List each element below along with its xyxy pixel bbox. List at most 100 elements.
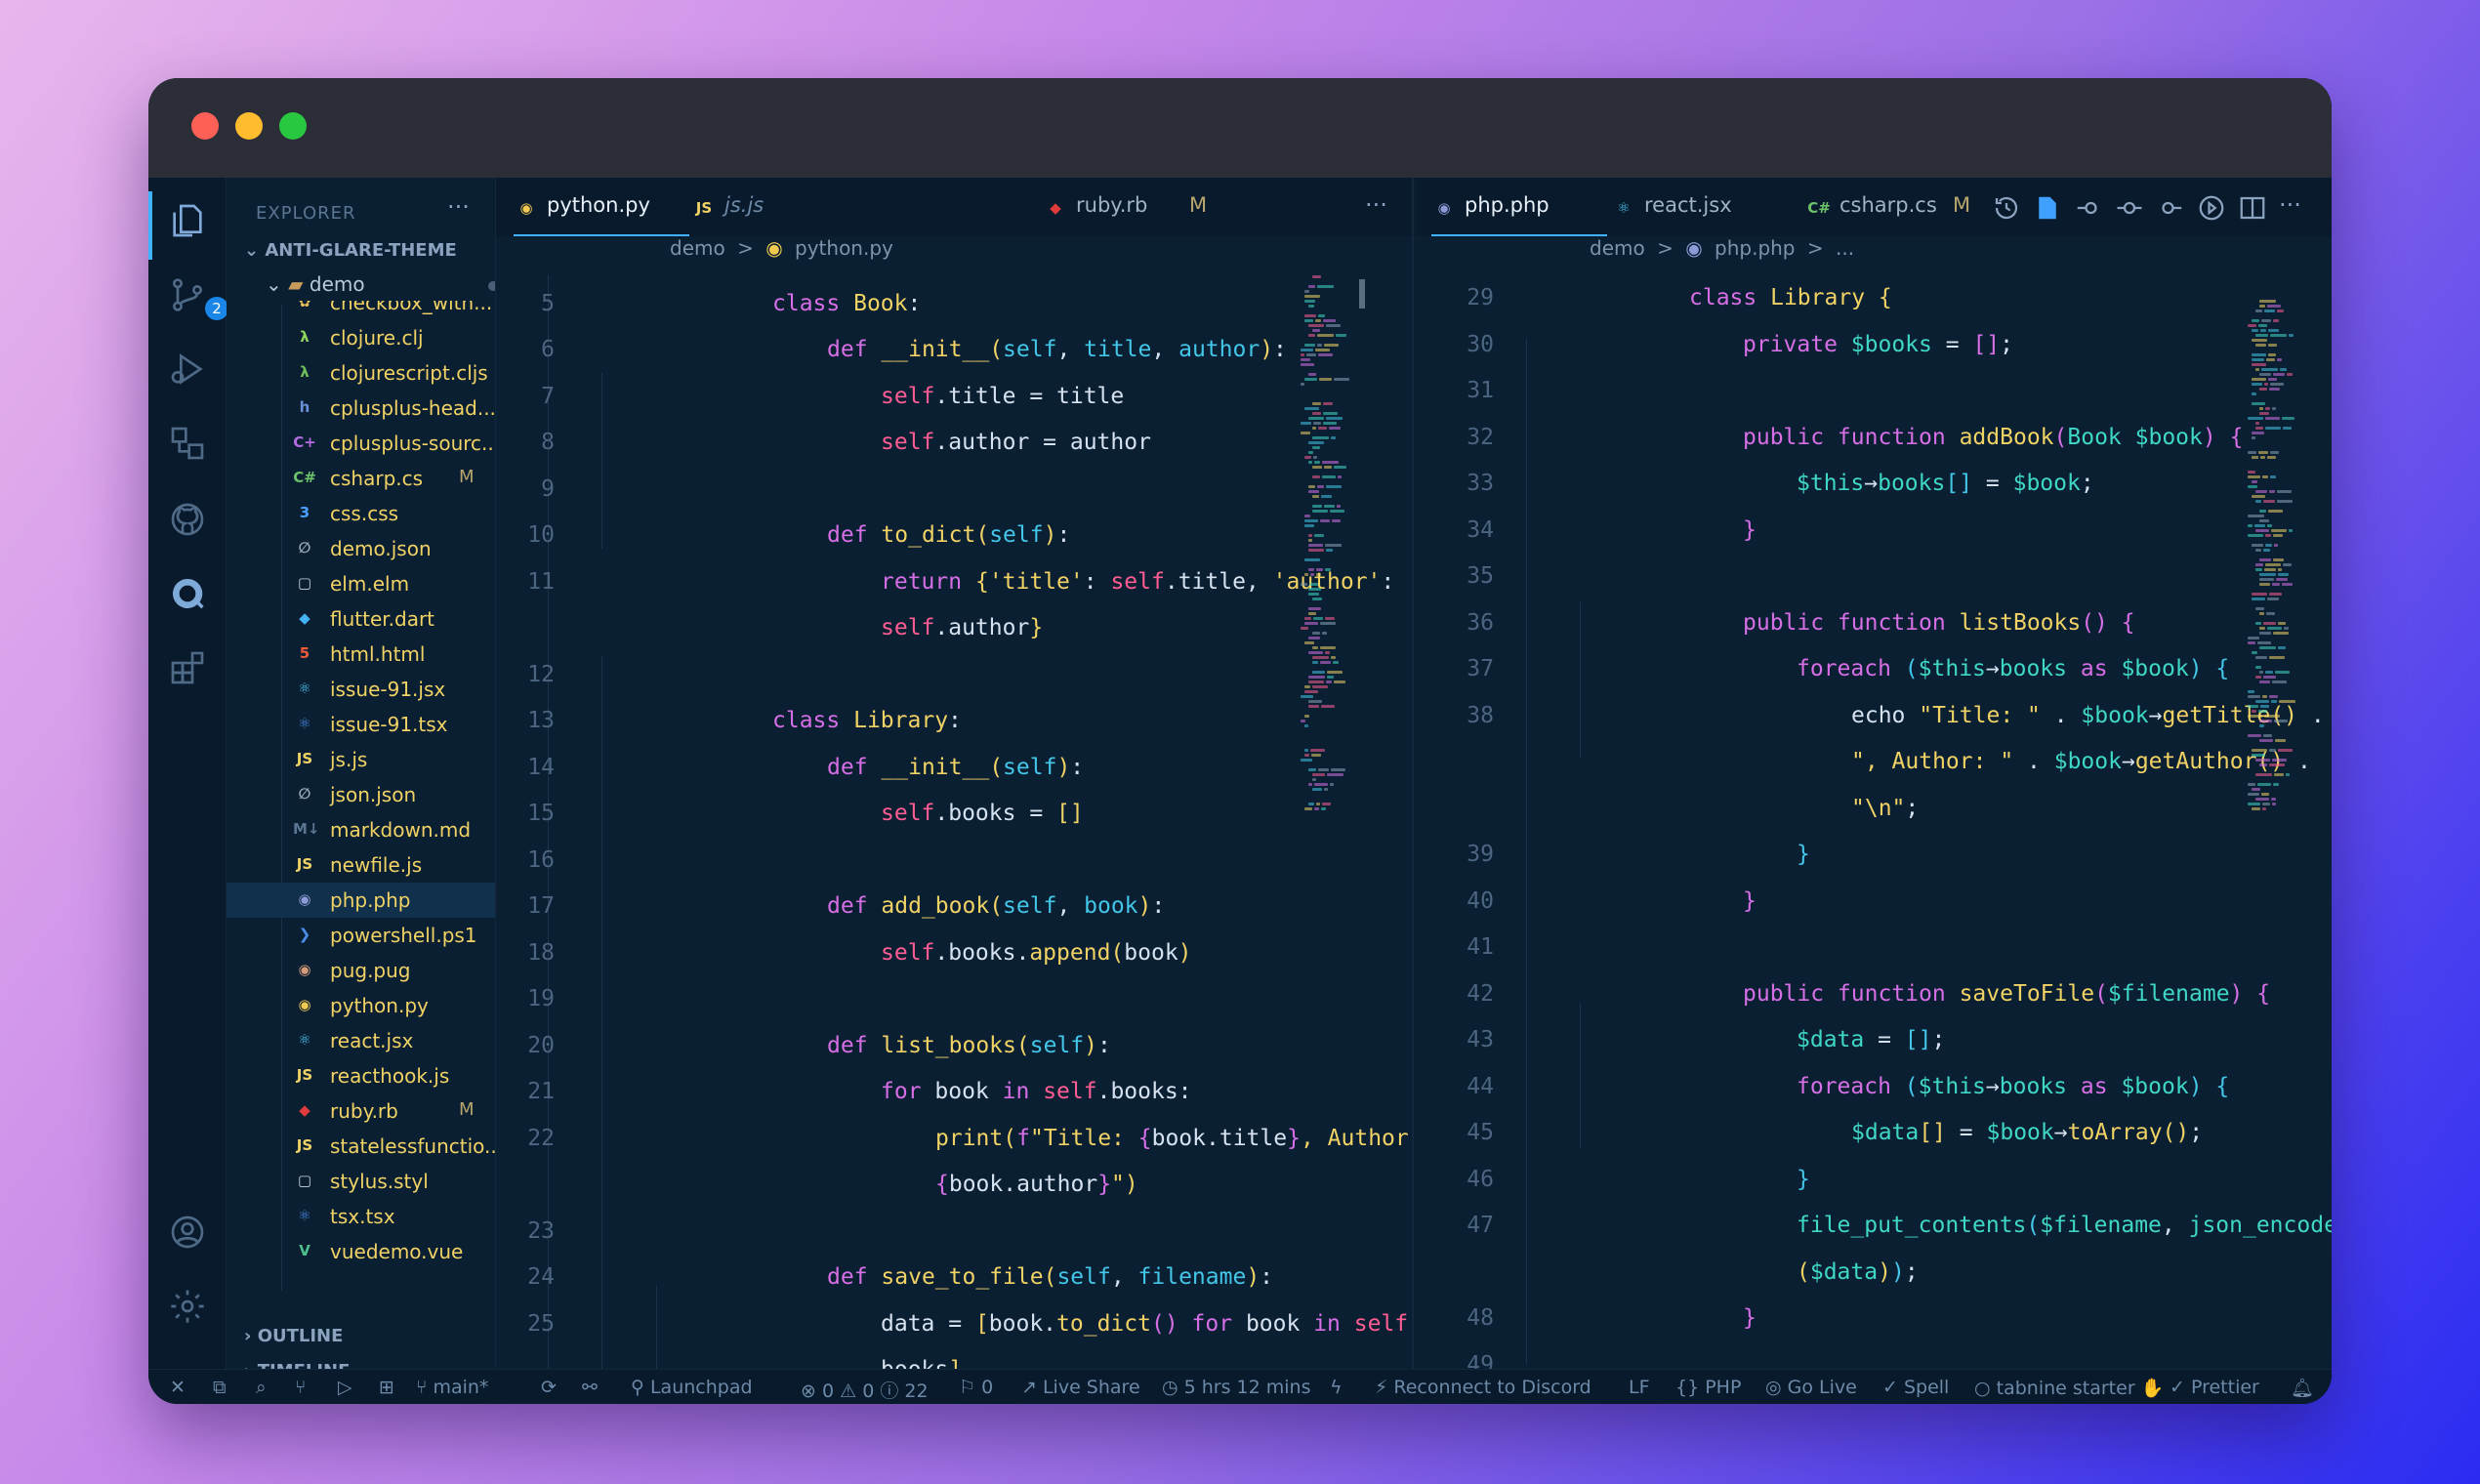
file-item[interactable]: ◉ python.py <box>227 988 495 1023</box>
extensions-icon[interactable] <box>166 646 209 689</box>
run-debug-icon[interactable] <box>166 348 209 391</box>
spell-item[interactable]: ✓ Spell <box>1882 1377 1949 1398</box>
file-item[interactable]: Vvuedemo.vue <box>227 1234 495 1269</box>
github-icon[interactable] <box>166 498 209 541</box>
compare-file-icon[interactable] <box>2033 193 2062 223</box>
copy-icon[interactable]: ⧉ <box>213 1377 227 1398</box>
language-item[interactable]: {} PHP <box>1675 1377 1741 1398</box>
minimap-left[interactable] <box>1299 275 1351 1252</box>
tab-js-js[interactable]: JS js.js <box>691 178 867 236</box>
discord-item[interactable]: ⚡ Reconnect to Discord <box>1375 1377 1591 1398</box>
settings-gear-icon[interactable] <box>166 1285 209 1328</box>
breadcrumb-folder[interactable]: demo <box>1590 236 1645 260</box>
minimize-window-button[interactable] <box>235 112 263 140</box>
outline-section[interactable]: › OUTLINE <box>244 1326 343 1346</box>
breadcrumb-folder[interactable]: demo <box>670 236 725 260</box>
tab-python-py[interactable]: ◉ python.py <box>514 178 689 236</box>
tabnine-item[interactable]: ○ tabnine starter ✋ <box>1974 1377 2164 1399</box>
minimap-line <box>1308 700 1322 703</box>
editor-more-icon[interactable]: ··· <box>1365 191 1387 219</box>
history-icon[interactable] <box>1992 193 2021 223</box>
file-item[interactable]: JS js.js <box>227 742 495 777</box>
remote-explorer-icon[interactable] <box>166 422 209 465</box>
file-item[interactable]: JS newfile.js <box>227 847 495 883</box>
file-item[interactable]: ⚛ issue-91.jsx <box>227 672 495 707</box>
live-share-item[interactable]: ↗ Live Share <box>1021 1377 1140 1398</box>
tab-csharp-cs[interactable]: C# csharp.cs M <box>1806 178 1982 236</box>
file-item[interactable]: ✿ checkbox_with... <box>227 301 495 320</box>
file-item[interactable]: JS reacthook.js <box>227 1058 495 1093</box>
file-item[interactable]: ⚛ issue-91.tsx <box>227 707 495 742</box>
wakatime-item[interactable]: ◷ 5 hrs 12 mins <box>1162 1377 1311 1398</box>
file-item[interactable]: ∅ demo.json <box>227 531 495 566</box>
breadcrumb-symbol[interactable]: ... <box>1836 236 1854 260</box>
breadcrumb-file[interactable]: php.php <box>1715 236 1796 260</box>
explorer-icon[interactable] <box>166 199 209 242</box>
close-window-button[interactable] <box>191 112 219 140</box>
split-editor-icon[interactable] <box>2238 193 2267 223</box>
extensions-status-icon[interactable]: ⊞ <box>379 1377 394 1398</box>
file-item[interactable]: λ clojurescript.cljs <box>227 355 495 391</box>
run-icon[interactable] <box>2197 193 2226 223</box>
language-label: PHP <box>1705 1377 1742 1398</box>
file-name: flutter.dart <box>330 607 435 631</box>
file-item[interactable]: ◆ flutter.dart <box>227 601 495 637</box>
search-icon[interactable]: ⌕ <box>256 1377 267 1398</box>
minimap-line <box>1304 295 1320 298</box>
file-item[interactable]: ≈ yml.yml <box>227 1269 495 1277</box>
file-item[interactable]: M↓ markdown.md <box>227 812 495 847</box>
minimap-line <box>1320 661 1331 664</box>
file-item[interactable]: ∅ json.json <box>227 777 495 812</box>
prettier-item[interactable]: ✓ Prettier <box>2170 1377 2259 1398</box>
git-commit-icon[interactable] <box>2115 193 2144 223</box>
explorer-more-icon[interactable]: ··· <box>447 193 470 221</box>
file-item[interactable]: 3 css.css <box>227 496 495 531</box>
tab-ruby-rb[interactable]: ◆ ruby.rb M <box>1043 178 1219 236</box>
file-item[interactable]: 5 html.html <box>227 637 495 672</box>
run-status-icon[interactable]: ▷ <box>338 1377 352 1398</box>
branch-tree-icon[interactable]: ⑂ <box>295 1377 306 1398</box>
file-item[interactable]: ◉ php.php <box>227 883 495 918</box>
go-live-item[interactable]: ◎ Go Live <box>1765 1377 1857 1398</box>
breadcrumb-file[interactable]: python.py <box>795 236 893 260</box>
tab-php-php[interactable]: ◉ php.php <box>1431 178 1607 236</box>
file-item[interactable]: ❯ powershell.ps1 <box>227 918 495 953</box>
scrollbar-left[interactable] <box>1359 279 1365 309</box>
file-item[interactable]: ⚛ tsx.tsx <box>227 1199 495 1234</box>
launchpad-item[interactable]: ⚲ Launchpad <box>631 1377 753 1398</box>
file-item[interactable]: λ clojure.clj <box>227 320 495 355</box>
file-item[interactable]: ◉ pug.pug <box>227 953 495 988</box>
flash-icon[interactable]: ϟ <box>1330 1377 1343 1398</box>
next-change-icon[interactable] <box>2156 193 2185 223</box>
previous-change-icon[interactable] <box>2074 193 2103 223</box>
problems-item[interactable]: ⊗ 0 ⚠ 0 ⓘ 22 <box>801 1377 929 1403</box>
source-control-icon[interactable]: 2 <box>166 273 228 320</box>
gitlens-icon[interactable] <box>166 572 209 615</box>
tab-react-jsx[interactable]: ⚛ react.jsx <box>1611 178 1787 236</box>
git-graph-icon[interactable]: ⚯ <box>582 1377 598 1398</box>
workspace-root[interactable]: ⌄ ANTI-GLARE-THEME <box>244 240 457 261</box>
file-item[interactable]: ▢ stylus.styl <box>227 1164 495 1199</box>
file-item[interactable]: ▢ elm.elm <box>227 566 495 601</box>
chevron-right-icon: › <box>244 1326 258 1346</box>
notifications-bell-icon[interactable]: 🔔︎ <box>2291 1377 2314 1399</box>
git-branch[interactable]: ⑂ main* <box>416 1377 488 1398</box>
eol-item[interactable]: LF <box>1629 1377 1650 1398</box>
minimap-right[interactable] <box>2246 275 2298 1252</box>
account-icon[interactable] <box>166 1211 209 1254</box>
maximize-window-button[interactable] <box>279 112 307 140</box>
editor-more-icon[interactable]: ··· <box>2279 191 2301 219</box>
timeline-section[interactable]: › TIMELINE <box>244 1361 350 1369</box>
file-item[interactable]: JS statelessfunctio... <box>227 1129 495 1164</box>
minimap-line <box>1331 656 1336 659</box>
file-item[interactable]: C# csharp.cs M <box>227 461 495 496</box>
file-item[interactable]: ⚛ react.jsx <box>227 1023 495 1058</box>
ports-item[interactable]: ⚐ 0 <box>959 1377 993 1398</box>
file-item[interactable]: h cplusplus-head... <box>227 391 495 426</box>
file-item[interactable]: ◆ ruby.rb M <box>227 1093 495 1129</box>
file-name: cplusplus-sourc... <box>330 432 496 455</box>
remote-indicator-icon[interactable]: ✕ <box>170 1377 186 1398</box>
sync-icon[interactable]: ⟳ <box>541 1377 557 1398</box>
folder-demo[interactable]: ⌄ ▰ demo <box>266 272 495 296</box>
file-item[interactable]: C+ cplusplus-sourc... <box>227 426 496 461</box>
